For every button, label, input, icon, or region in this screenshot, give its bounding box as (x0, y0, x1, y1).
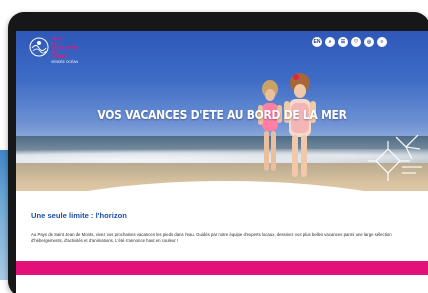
hero-title: VOS VACANCES D'ETE AU BORD DE LA MER (97, 107, 347, 122)
logo-emblem-icon (29, 37, 49, 57)
intro-section: Une seule limite : l'horizon Au Pays de … (31, 211, 416, 245)
language-button[interactable]: EN (312, 37, 322, 47)
section-body: Au Pays de Saint Jean de Monts, vivez vo… (31, 232, 392, 244)
search-button[interactable]: ⌕ (325, 37, 335, 47)
section-title: Une seule limite : l'horizon (31, 211, 127, 220)
more-button[interactable]: ≡ (377, 37, 387, 47)
more-icon: ≡ (380, 38, 384, 45)
starburst-decoration-icon (368, 134, 422, 181)
header-toolbar: EN ⌕ ☰ ♡ ◎ ≡ (312, 37, 387, 51)
menu-button[interactable]: ☰ (338, 37, 348, 47)
favorites-icon: ♡ (353, 38, 359, 45)
logo-line-6: VENDÉE OCÉAN (51, 59, 78, 64)
site-logo[interactable]: PAYS DE SAINT JEAN DE MONTS VENDÉE OCÉAN (29, 35, 89, 64)
menu-icon: ☰ (340, 38, 346, 45)
favorites-button[interactable]: ♡ (351, 37, 361, 47)
language-icon: EN (313, 38, 321, 45)
page: VOS VACANCES D'ETE AU BORD DE LA MER PAY… (0, 0, 428, 293)
logo-text: PAYS DE SAINT JEAN DE MONTS VENDÉE OCÉAN (51, 36, 78, 65)
hero-children-image (258, 73, 316, 177)
location-button[interactable]: ◎ (364, 37, 374, 47)
footer-strip (16, 275, 428, 293)
search-icon: ⌕ (328, 38, 332, 45)
website-screen: VOS VACANCES D'ETE AU BORD DE LA MER PAY… (16, 31, 428, 293)
pink-banner-strip (16, 261, 428, 275)
location-icon: ◎ (366, 38, 372, 45)
